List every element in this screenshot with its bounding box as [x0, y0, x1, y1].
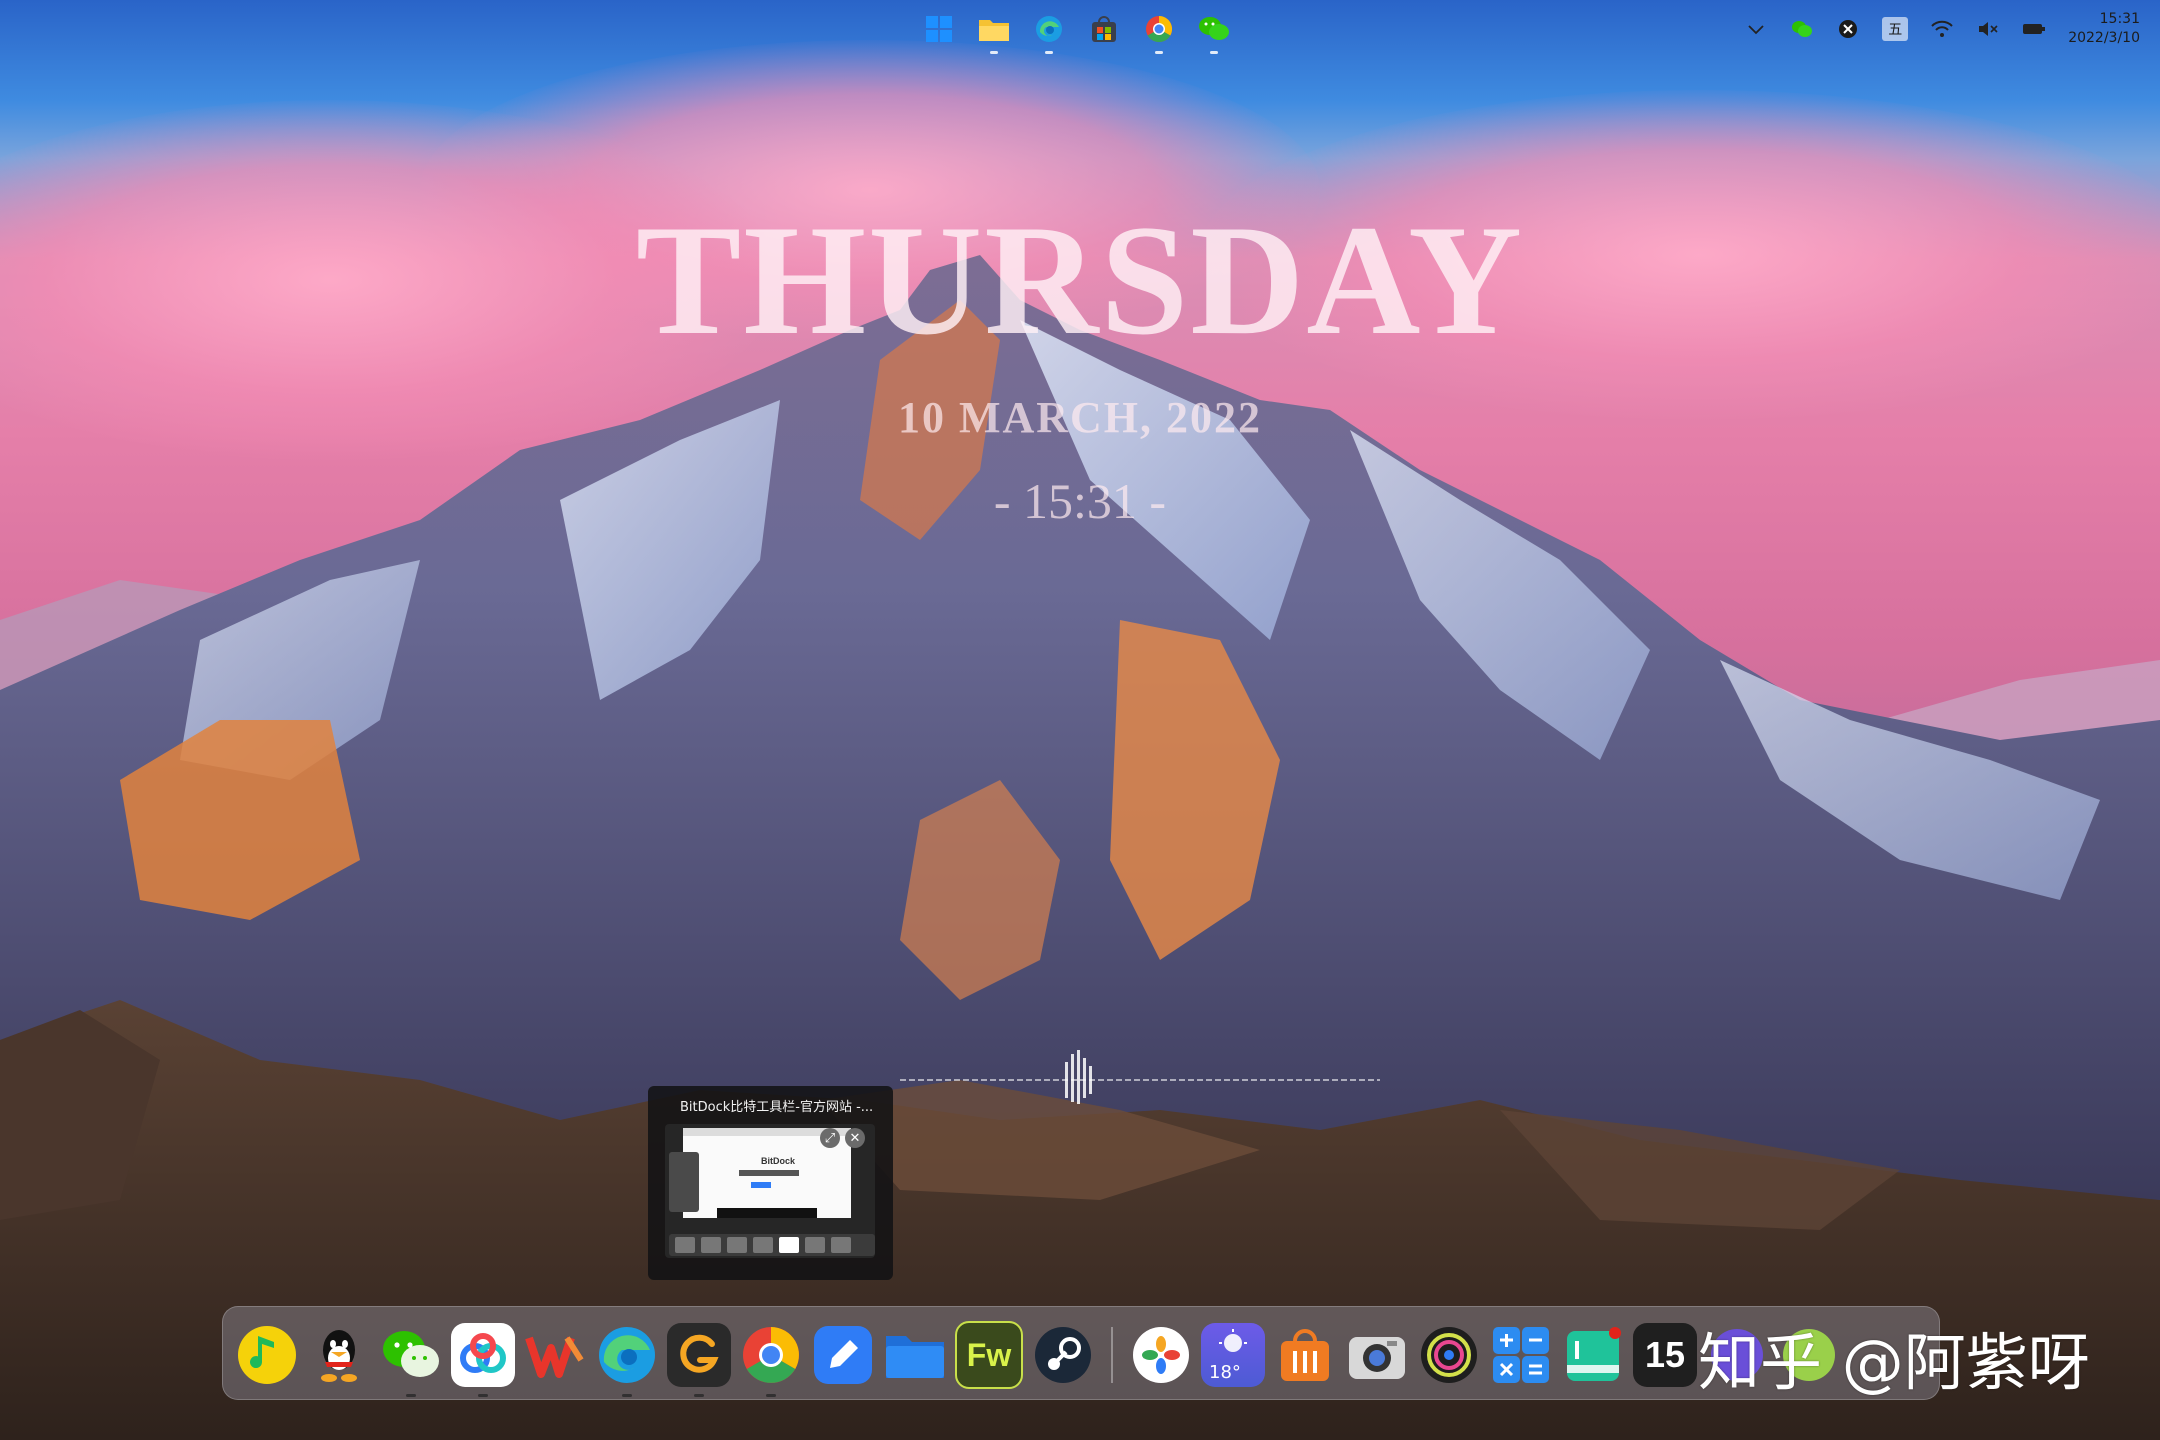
ime-label: 五 — [1888, 21, 1903, 37]
running-indicator — [990, 51, 998, 54]
fireworks-label: Fw — [966, 1336, 1012, 1373]
window-preview-popup[interactable]: BitDock比特工具栏-官方网站 -... BitDock ⤢ ✕ — [648, 1086, 893, 1280]
running-indicator — [406, 1394, 416, 1397]
time-text: - 15:31 - — [993, 473, 1167, 529]
store-bag-icon[interactable] — [1273, 1323, 1337, 1387]
calendar-icon[interactable] — [1561, 1323, 1625, 1387]
weather-icon[interactable]: 18° — [1201, 1323, 1265, 1387]
bottom-dock: Fw 18° 15 — [222, 1306, 1940, 1400]
weekday-title: THURSDAY — [635, 193, 1525, 368]
wechat-tray-icon[interactable] — [1790, 17, 1814, 41]
fireworks-icon[interactable]: Fw — [955, 1321, 1023, 1389]
steam-icon[interactable] — [1031, 1323, 1095, 1387]
store-icon[interactable] — [1085, 10, 1123, 48]
running-indicator — [1155, 51, 1163, 54]
folder-icon[interactable] — [883, 1323, 947, 1387]
gaoding-icon[interactable] — [667, 1323, 731, 1397]
wechat-icon[interactable] — [1195, 10, 1233, 54]
edge-icon[interactable] — [595, 1323, 659, 1397]
system-tray: 五 15:31 2022/3/10 — [1744, 10, 2140, 48]
weather-temperature: 18° — [1209, 1362, 1241, 1383]
baidu-netdisk-icon[interactable] — [451, 1323, 515, 1397]
top-taskbar: 五 15:31 2022/3/10 — [0, 0, 2160, 62]
wifi-icon[interactable] — [1930, 17, 1954, 41]
clock-widget-icon[interactable]: 15 — [1633, 1323, 1697, 1387]
photos-icon[interactable] — [1129, 1323, 1193, 1387]
close-icon[interactable]: ✕ — [845, 1128, 865, 1148]
running-indicator — [1045, 51, 1053, 54]
running-indicator — [478, 1394, 488, 1397]
thumbnail-dock — [669, 1234, 875, 1256]
running-indicator — [694, 1394, 704, 1397]
clock-time: 15:31 — [2099, 11, 2140, 27]
pinned-apps — [920, 10, 1233, 54]
file-explorer-icon[interactable] — [975, 10, 1013, 54]
edge-icon[interactable] — [1030, 10, 1068, 54]
running-indicator — [622, 1394, 632, 1397]
camera-icon[interactable] — [1345, 1323, 1409, 1387]
dock-items: Fw 18° 15 — [235, 1321, 1841, 1397]
battery-icon[interactable] — [2022, 17, 2046, 41]
audio-visualizer — [900, 1050, 1380, 1104]
clock-widget-label: 15 — [1644, 1334, 1686, 1375]
notes-icon[interactable] — [811, 1323, 875, 1387]
chrome-icon[interactable] — [1140, 10, 1178, 54]
date-text: 10 MARCH, 2022 — [897, 393, 1263, 442]
music-player-icon[interactable] — [1417, 1323, 1481, 1387]
watermark-text: 知乎 @阿紫呀 — [1698, 1326, 2090, 1399]
preview-thumbnail[interactable]: BitDock ⤢ ✕ — [665, 1124, 875, 1258]
close-circle-icon[interactable] — [1836, 17, 1860, 41]
chevron-up-icon[interactable] — [1744, 17, 1768, 41]
pin-icon[interactable]: ⤢ — [820, 1128, 840, 1148]
thumbnail-brand: BitDock — [761, 1156, 796, 1166]
qq-music-icon[interactable] — [235, 1323, 299, 1387]
qq-icon[interactable] — [307, 1323, 371, 1387]
clock-date: 2022/3/10 — [2068, 30, 2140, 46]
volume-muted-icon[interactable] — [1976, 17, 2000, 41]
windows-start-icon[interactable] — [920, 10, 958, 48]
ime-indicator[interactable]: 五 — [1882, 17, 1909, 41]
thumbnail-side-panel — [669, 1152, 699, 1212]
running-indicator — [766, 1394, 776, 1397]
wps-office-icon[interactable] — [523, 1323, 587, 1387]
taskbar-clock[interactable]: 15:31 2022/3/10 — [2068, 10, 2140, 48]
dock-separator — [1111, 1327, 1113, 1383]
preview-window-title: BitDock比特工具栏-官方网站 -... — [680, 1100, 874, 1115]
wechat-icon[interactable] — [379, 1323, 443, 1397]
chrome-icon[interactable] — [739, 1323, 803, 1397]
running-indicator — [1210, 51, 1218, 54]
calculator-icon[interactable] — [1489, 1323, 1553, 1387]
